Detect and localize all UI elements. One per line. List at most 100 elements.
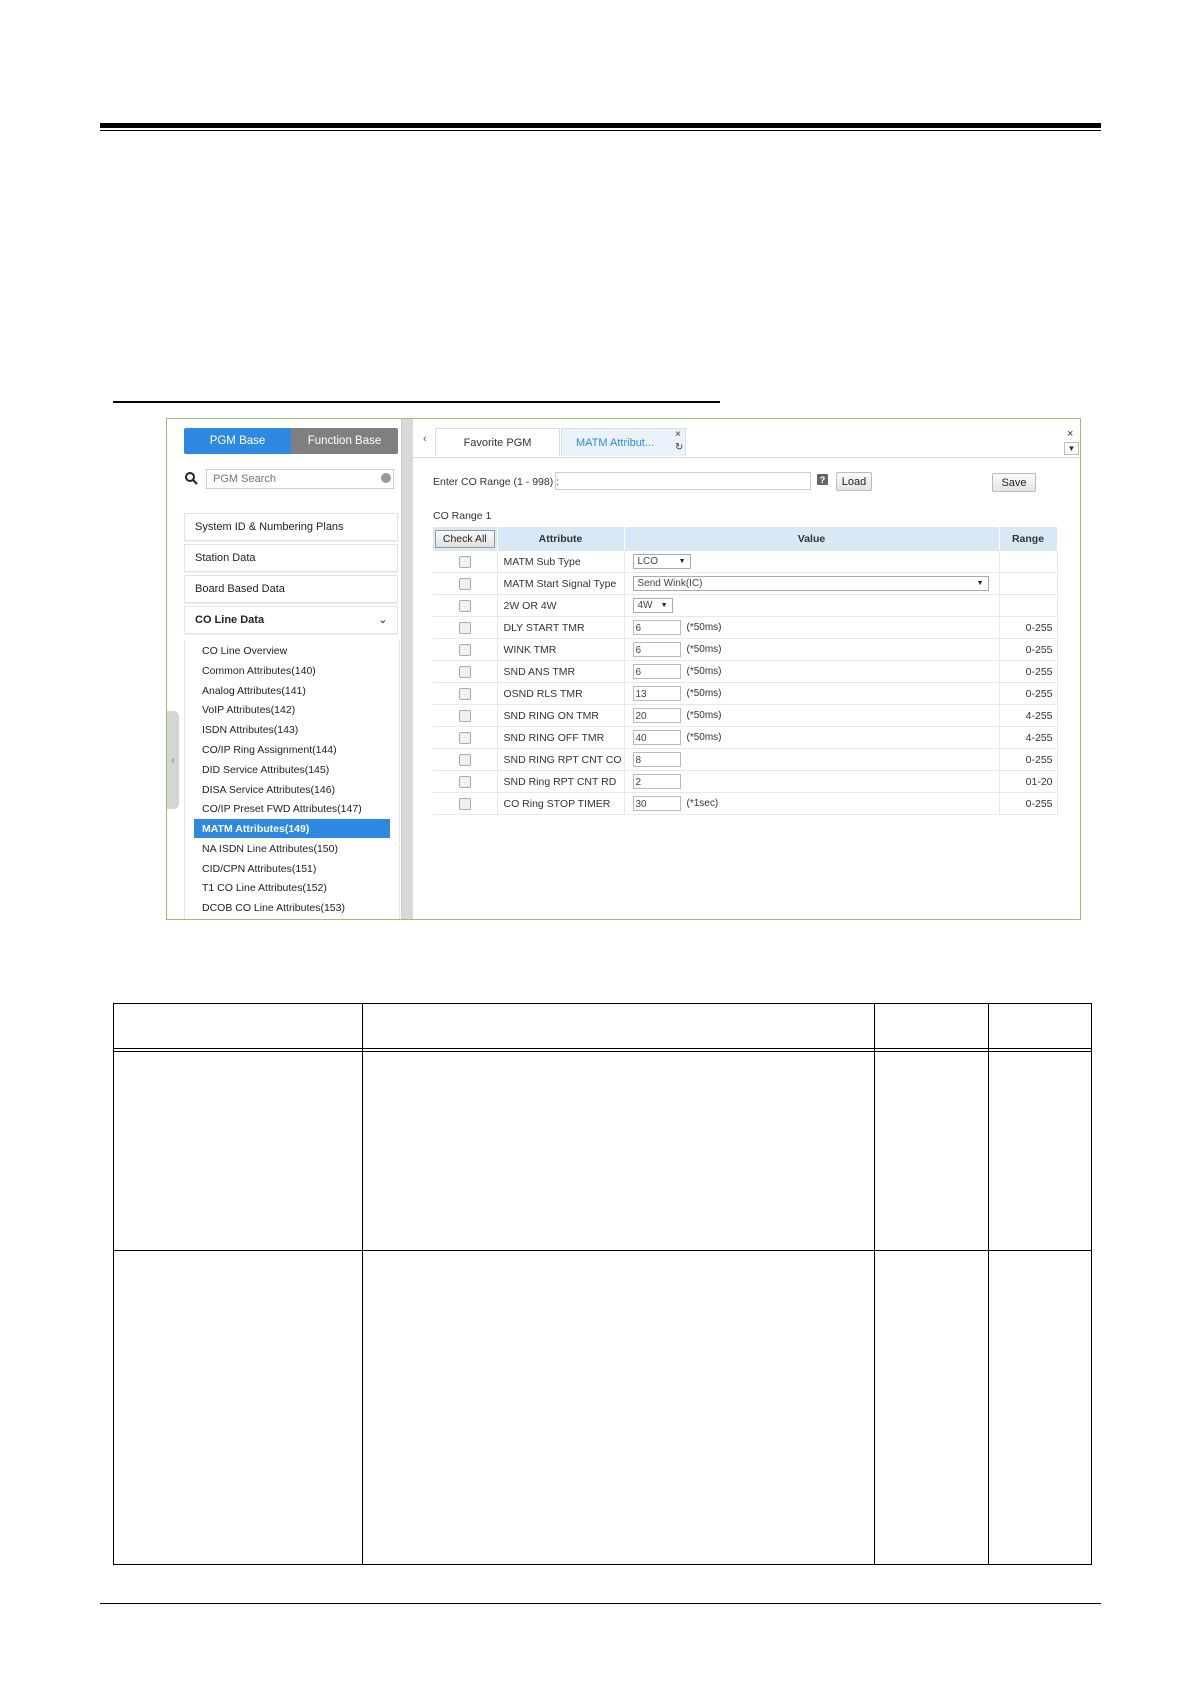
chevron-down-icon[interactable]: ▼ [1064, 442, 1079, 455]
table-row: DLY START TMR 6 (*50ms) 0-255 [433, 616, 1058, 639]
row-checkbox[interactable] [458, 643, 471, 656]
value-select-text: Send Wink(IC) [637, 578, 703, 589]
value-input[interactable]: 6 [632, 664, 681, 679]
sub-item-selected[interactable]: MATM Attributes(149) [194, 819, 390, 838]
value-select[interactable]: 4W ▼ [632, 598, 673, 613]
help-icon[interactable]: ? [817, 474, 828, 485]
value-input[interactable]: 30 [632, 796, 681, 811]
save-button[interactable]: Save [992, 473, 1036, 492]
row-checkbox[interactable] [458, 665, 471, 678]
sub-item[interactable]: ISDN Attributes(143) [194, 720, 390, 739]
attribute-name: OSND RLS TMR [497, 682, 625, 705]
sub-item[interactable]: VoIP Attributes(142) [194, 700, 390, 719]
attribute-name: SND Ring RPT CNT RD [497, 770, 625, 793]
range-cell: 4-255 [999, 726, 1058, 749]
menu-co-line-data[interactable]: CO Line Data ⌄ [184, 606, 398, 634]
co-range-caption: CO Range 1 [433, 510, 492, 522]
menu-board-based-data[interactable]: Board Based Data [184, 575, 398, 603]
tab-scroll-left-icon[interactable]: ‹ [423, 433, 427, 445]
sub-item[interactable]: DCOB CO Line Attributes(153) [194, 898, 390, 917]
sub-item[interactable]: CID/CPN Attributes(151) [194, 859, 390, 878]
row-checkbox[interactable] [458, 753, 471, 766]
value-input[interactable]: 6 [632, 620, 681, 635]
unit-label: (*50ms) [686, 732, 722, 743]
check-all-header: Check All [433, 527, 498, 551]
table-column-divider [362, 1004, 363, 1564]
range-cell [999, 572, 1058, 595]
menu-system-id[interactable]: System ID & Numbering Plans [184, 513, 398, 541]
attribute-name: SND RING OFF TMR [497, 726, 625, 749]
sub-item[interactable]: Analog Attributes(141) [194, 681, 390, 700]
tab-favorite-pgm[interactable]: Favorite PGM [435, 428, 560, 456]
close-tab-icon[interactable]: × [675, 429, 681, 440]
tab-matm-attributes[interactable]: MATM Attribut... [561, 428, 686, 456]
row-checkbox[interactable] [458, 599, 471, 612]
range-cell: 0-255 [999, 638, 1058, 661]
value-input[interactable]: 8 [632, 752, 681, 767]
collapse-panel-handle[interactable]: ‹ [167, 711, 179, 809]
value-input[interactable]: 20 [632, 708, 681, 723]
table-column-divider [988, 1004, 989, 1564]
row-checkbox[interactable] [458, 775, 471, 788]
sub-item[interactable]: T1 CO Line Attributes(152) [194, 878, 390, 897]
value-header: Value [624, 527, 1000, 551]
value-input[interactable]: 40 [632, 730, 681, 745]
unit-label: (*1sec) [686, 798, 719, 809]
value-select-text: 4W [637, 600, 653, 611]
attribute-name: DLY START TMR [497, 616, 625, 639]
pgm-base-tab[interactable]: PGM Base [184, 428, 291, 454]
menu-station-data[interactable]: Station Data [184, 544, 398, 572]
table-row: MATM Sub Type LCO ▼ [433, 551, 1058, 573]
table-column-divider [874, 1004, 875, 1564]
value-input[interactable]: 6 [632, 642, 681, 657]
load-button[interactable]: Load [836, 472, 872, 491]
value-input[interactable]: 13 [632, 686, 681, 701]
sub-item[interactable]: CO Line Overview [194, 641, 390, 660]
range-header: Range [999, 527, 1058, 551]
section-rule [113, 401, 720, 403]
row-checkbox[interactable] [458, 577, 471, 590]
row-checkbox[interactable] [458, 621, 471, 634]
sub-item[interactable]: NA ISDN Line Attributes(150) [194, 839, 390, 858]
table-row-divider [114, 1250, 1091, 1251]
co-range-label: Enter CO Range (1 - 998) : [433, 476, 560, 488]
close-window-icon[interactable]: × [1067, 428, 1073, 440]
dropdown-arrow-icon: ▼ [976, 580, 984, 587]
sub-item[interactable]: Common Attributes(140) [194, 661, 390, 680]
attribute-header: Attribute [497, 527, 625, 551]
co-range-input[interactable] [555, 472, 811, 490]
attribute-name: SND ANS TMR [497, 660, 625, 683]
row-checkbox[interactable] [458, 797, 471, 810]
description-table [113, 1003, 1092, 1565]
range-cell [999, 551, 1058, 573]
pgm-search [184, 469, 398, 491]
sub-item[interactable]: CO/IP Ring Assignment(144) [194, 740, 390, 759]
table-row: 2W OR 4W 4W ▼ [433, 594, 1058, 617]
page-header-rule-thin [100, 130, 1101, 131]
unit-label: (*50ms) [686, 644, 722, 655]
value-select[interactable]: LCO ▼ [632, 554, 691, 569]
attribute-table: Check All Attribute Value Range MATM Sub… [433, 527, 1058, 815]
attribute-name: SND RING RPT CNT CO [497, 748, 625, 771]
mode-toggle: PGM Base Function Base [184, 428, 398, 454]
range-cell: 4-255 [999, 704, 1058, 727]
row-checkbox[interactable] [458, 731, 471, 744]
sub-item[interactable]: CO/IP Preset FWD Attributes(147) [194, 799, 390, 818]
panel-splitter[interactable] [401, 419, 413, 919]
refresh-icon[interactable]: ↻ [675, 442, 683, 453]
value-input[interactable]: 2 [632, 774, 681, 789]
dropdown-arrow-icon: ▼ [660, 602, 668, 609]
search-input[interactable] [206, 469, 394, 489]
value-select[interactable]: Send Wink(IC) ▼ [632, 576, 989, 591]
row-checkbox[interactable] [458, 709, 471, 722]
function-base-tab[interactable]: Function Base [291, 428, 398, 454]
row-checkbox[interactable] [458, 687, 471, 700]
sub-item[interactable]: DISA Service Attributes(146) [194, 780, 390, 799]
screenshot-frame: PGM Base Function Base System ID & Numbe… [166, 418, 1081, 920]
check-all-button[interactable]: Check All [434, 530, 495, 548]
clear-search-icon[interactable] [381, 473, 391, 483]
table-row: OSND RLS TMR 13 (*50ms) 0-255 [433, 682, 1058, 705]
row-checkbox[interactable] [458, 555, 471, 568]
sub-item[interactable]: DID Service Attributes(145) [194, 760, 390, 779]
table-row: WINK TMR 6 (*50ms) 0-255 [433, 638, 1058, 661]
